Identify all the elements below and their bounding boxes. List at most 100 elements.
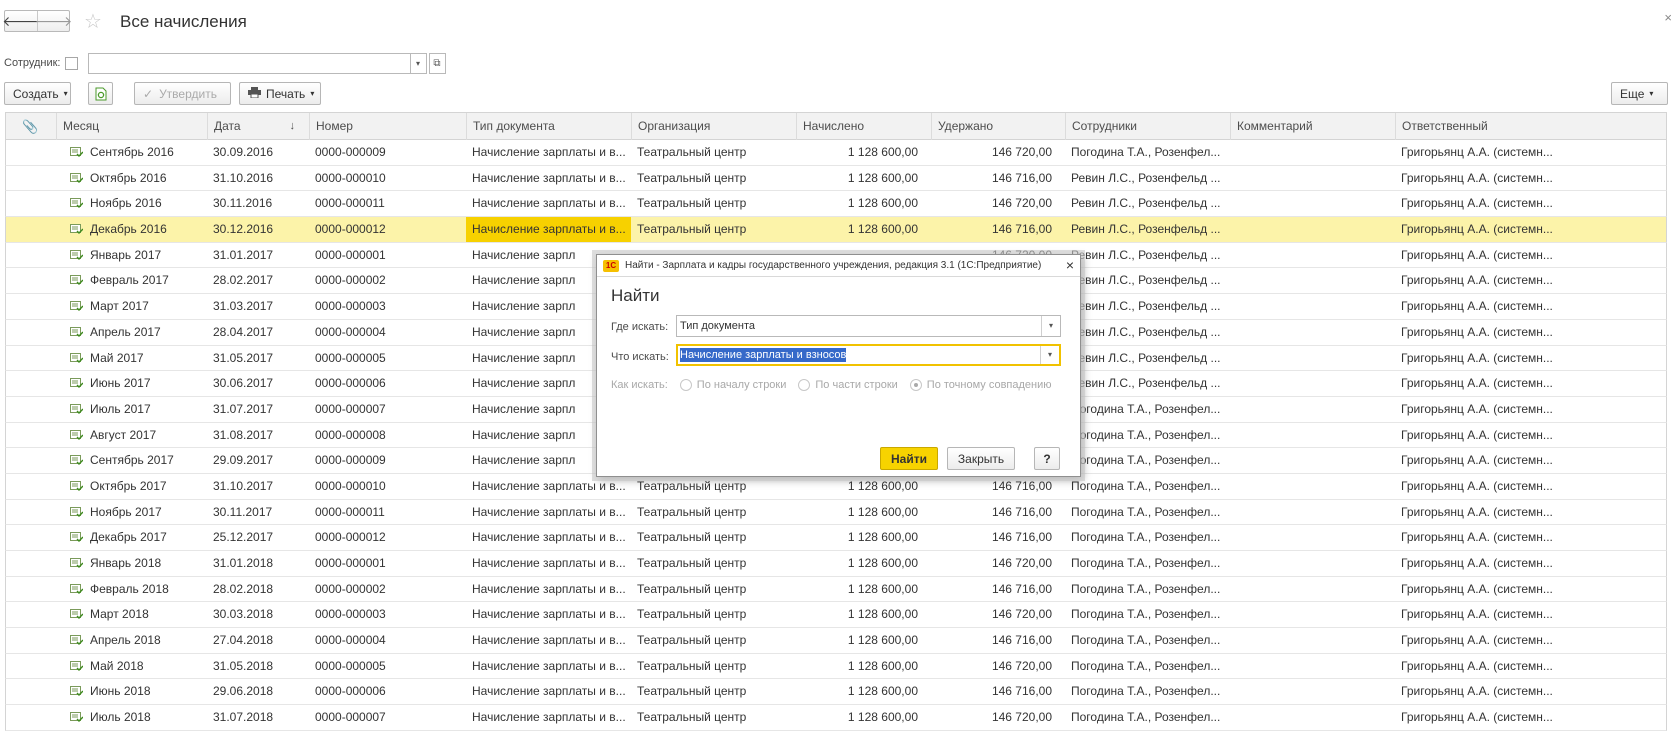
comment-cell[interactable] [1230,397,1395,422]
month-cell[interactable]: Май 2017 [84,346,207,371]
responsible-cell[interactable]: Григорьянц А.А. (системн... [1395,679,1668,704]
employees-cell[interactable]: Погодина Т.А., Розенфел... [1065,551,1230,576]
employee-filter-input[interactable] [87,52,411,74]
deducted-cell[interactable]: 146 716,00 [931,577,1065,602]
date-cell[interactable]: 27.04.2018 [207,628,309,653]
month-cell[interactable]: Октябрь 2017 [84,474,207,499]
responsible-cell[interactable]: Григорьянц А.А. (системн... [1395,268,1668,293]
employees-cell[interactable]: Погодина Т.А., Розенфел... [1065,448,1230,473]
forward-arrow-icon[interactable]: 🡒 [35,11,72,31]
accrued-cell[interactable]: 1 128 600,00 [796,525,931,550]
accrued-cell[interactable]: 1 128 600,00 [796,654,931,679]
deducted-cell[interactable]: 146 720,00 [931,551,1065,576]
doc-type-cell[interactable]: Начисление зарплаты и в... [466,679,631,704]
doc-type-cell[interactable]: Начисление зарплаты и в... [466,705,631,730]
employees-cell[interactable]: Ревин Л.С., Розенфельд ... [1065,268,1230,293]
responsible-cell[interactable]: Григорьянц А.А. (системн... [1395,346,1668,371]
date-cell[interactable]: 30.12.2016 [207,217,309,242]
accrued-cell[interactable]: 1 128 600,00 [796,679,931,704]
organization-cell[interactable]: Театральный центр [631,628,796,653]
doc-type-cell[interactable]: Начисление зарплаты и в... [466,551,631,576]
organization-cell[interactable]: Театральный центр [631,217,796,242]
date-cell[interactable]: 31.01.2018 [207,551,309,576]
organization-cell[interactable]: Театральный центр [631,191,796,216]
table-row[interactable]: Ноябрь 2017 30.11.2017 0000-000011 Начислен… [5,499,1667,526]
responsible-cell[interactable]: Григорьянц А.А. (системн... [1395,166,1668,191]
comment-cell[interactable] [1230,243,1395,268]
number-cell[interactable]: 0000-000007 [309,705,466,730]
accrued-cell[interactable]: 1 128 600,00 [796,551,931,576]
number-cell[interactable]: 0000-000008 [309,423,466,448]
doc-type-cell[interactable]: Начисление зарплаты и в... [466,525,631,550]
number-cell[interactable]: 0000-000011 [309,500,466,525]
chevron-down-icon[interactable]: ▾ [1041,316,1060,336]
deducted-cell[interactable]: 146 720,00 [931,705,1065,730]
month-cell[interactable]: Ноябрь 2017 [84,500,207,525]
comment-cell[interactable] [1230,448,1395,473]
deducted-cell[interactable]: 146 716,00 [931,474,1065,499]
month-cell[interactable]: Июнь 2017 [84,371,207,396]
responsible-column-header[interactable]: Ответственный [1395,113,1668,140]
accrued-cell[interactable]: 1 128 600,00 [796,500,931,525]
deducted-cell[interactable]: 146 716,00 [931,217,1065,242]
accrued-cell[interactable]: 1 128 600,00 [796,140,931,165]
doc-type-cell[interactable]: Начисление зарплаты и в... [466,140,631,165]
date-cell[interactable]: 30.11.2017 [207,500,309,525]
chevron-down-icon[interactable]: ▾ [1040,346,1059,364]
comment-cell[interactable] [1230,191,1395,216]
organization-cell[interactable]: Театральный центр [631,705,796,730]
employees-cell[interactable]: Погодина Т.А., Розенфел... [1065,628,1230,653]
number-cell[interactable]: 0000-000011 [309,191,466,216]
comment-cell[interactable] [1230,602,1395,627]
comment-cell[interactable] [1230,294,1395,319]
accrued-cell[interactable]: 1 128 600,00 [796,166,931,191]
date-cell[interactable]: 31.07.2017 [207,397,309,422]
employees-cell[interactable]: Ревин Л.С., Розенфельд ... [1065,243,1230,268]
comment-cell[interactable] [1230,705,1395,730]
favorite-star-icon[interactable]: ☆ [84,9,102,34]
table-row[interactable]: Ноябрь 2016 30.11.2016 0000-000011 Начислен… [5,191,1667,218]
close-button[interactable]: Закрыть [947,447,1015,470]
comment-cell[interactable] [1230,628,1395,653]
month-cell[interactable]: Февраль 2018 [84,577,207,602]
comment-column-header[interactable]: Комментарий [1230,113,1395,140]
table-row[interactable]: Апрель 2018 27.04.2018 0000-000004 Начислен… [5,628,1667,654]
date-column-header[interactable]: Дата ↓ [207,113,309,140]
more-button[interactable]: Еще ▾ [1611,82,1668,105]
doc-type-cell[interactable]: Начисление зарплаты и в... [466,217,631,243]
date-cell[interactable]: 30.11.2016 [207,191,309,216]
doc-type-cell[interactable]: Начисление зарплаты и в... [466,166,631,191]
employees-cell[interactable]: Погодина Т.А., Розенфел... [1065,679,1230,704]
organization-cell[interactable]: Театральный центр [631,602,796,627]
month-cell[interactable]: Август 2017 [84,423,207,448]
month-cell[interactable]: Март 2018 [84,602,207,627]
number-cell[interactable]: 0000-000009 [309,448,466,473]
month-cell[interactable]: Январь 2017 [84,243,207,268]
month-cell[interactable]: Февраль 2017 [84,268,207,293]
responsible-cell[interactable]: Григорьянц А.А. (системн... [1395,397,1668,422]
accrued-cell[interactable]: 1 128 600,00 [796,602,931,627]
accrued-cell[interactable]: 1 128 600,00 [796,628,931,653]
table-row[interactable]: Декабрь 2017 25.12.2017 0000-000012 Начисле… [5,525,1667,551]
accrued-cell[interactable]: 1 128 600,00 [796,191,931,216]
month-cell[interactable]: Сентябрь 2017 [84,448,207,473]
table-row[interactable]: Февраль 2018 28.02.2018 0000-000002 Начисле… [5,576,1667,603]
employees-cell[interactable]: Погодина Т.А., Розенфел... [1065,500,1230,525]
date-cell[interactable]: 29.06.2018 [207,679,309,704]
comment-cell[interactable] [1230,654,1395,679]
comment-cell[interactable] [1230,551,1395,576]
month-cell[interactable]: Сентябрь 2016 [84,140,207,165]
comment-cell[interactable] [1230,166,1395,191]
month-cell[interactable]: Март 2017 [84,294,207,319]
table-row[interactable]: Сентябрь 2016 30.09.2016 0000-000009 Начисл… [5,140,1667,166]
print-button[interactable]: Печать ▾ [239,82,321,105]
doc-type-cell[interactable]: Начисление зарплаты и в... [466,628,631,653]
table-row[interactable]: Июнь 2018 29.06.2018 0000-000006 Начисление… [5,679,1668,706]
date-cell[interactable]: 31.10.2016 [207,166,309,191]
employees-cell[interactable]: Ревин Л.С., Розенфельд ... [1065,346,1230,371]
date-cell[interactable]: 28.02.2018 [207,577,309,602]
responsible-cell[interactable]: Григорьянц А.А. (системн... [1395,423,1668,448]
employees-cell[interactable]: Ревин Л.С., Розенфельд ... [1065,166,1230,191]
date-cell[interactable]: 31.05.2017 [207,346,309,371]
month-cell[interactable]: Декабрь 2017 [84,525,207,550]
